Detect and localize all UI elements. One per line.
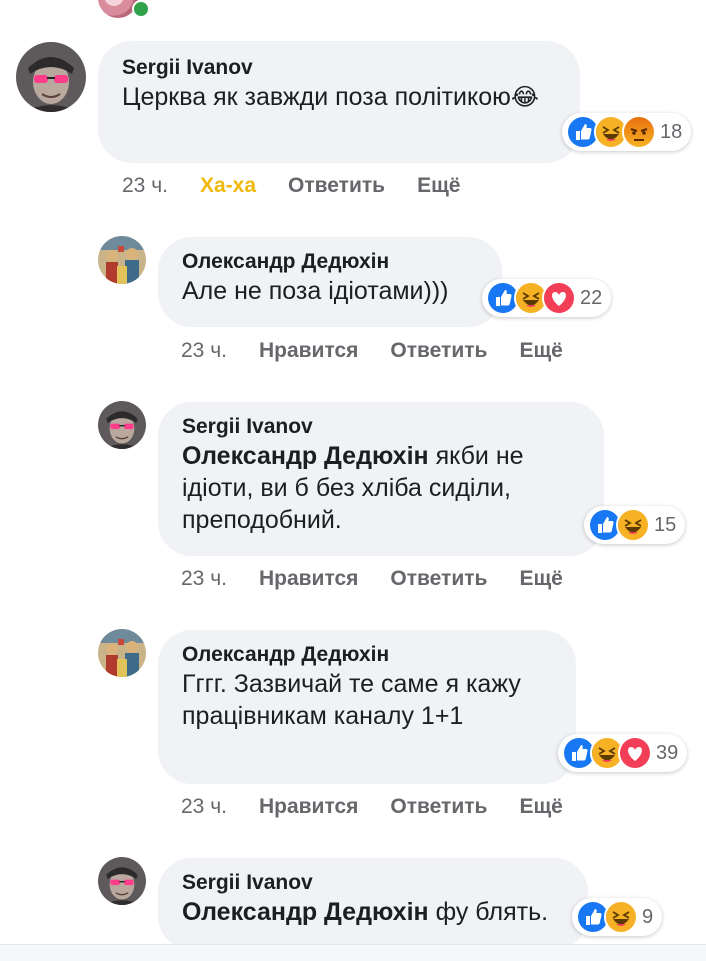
comment-author[interactable]: Олександр Дедюхін [182, 642, 552, 668]
avatar-oleksandr-dediukhin[interactable] [98, 629, 146, 677]
comment-bubble: Sergii Ivanov Олександр Дедюхін якби не … [158, 402, 604, 556]
angry-icon [622, 115, 656, 149]
avatar-oleksandr-image [98, 629, 146, 677]
comment-text: Але не поза ідіотами))) [182, 277, 449, 305]
more-button[interactable]: Ещё [519, 567, 562, 591]
avatar-sergii-image [98, 401, 146, 449]
comment-text: Олександр Дедюхін фу блять. [182, 898, 549, 926]
more-button[interactable]: Ещё [417, 174, 460, 198]
reactions-summary[interactable]: 22 [482, 279, 612, 317]
comment-author[interactable]: Sergii Ivanov [182, 414, 580, 440]
comment-actions: 23 ч. Ха-ха Ответить Ещё [122, 174, 492, 198]
reaction-count: 18 [660, 120, 683, 143]
more-button[interactable]: Ещё [519, 795, 562, 819]
avatar-sergii-ivanov[interactable] [98, 857, 146, 905]
comment-timestamp[interactable]: 23 ч. [181, 339, 227, 363]
online-status-dot [132, 0, 150, 18]
avatar-oleksandr-dediukhin[interactable] [98, 236, 146, 284]
comment-bubble: Sergii Ivanov Церква як завжди поза полі… [98, 41, 580, 163]
reply-button[interactable]: Ответить [390, 567, 487, 591]
reply-button[interactable]: Ответить [288, 174, 385, 198]
reaction-count: 39 [656, 741, 679, 764]
avatar-sergii-ivanov[interactable] [16, 42, 86, 112]
laughing-emoji: 😂 [510, 84, 539, 111]
haha-icon [604, 900, 638, 934]
love-icon [542, 281, 576, 315]
haha-icon [616, 508, 650, 542]
comment-text: Церква як завжди поза політикою😂 [122, 83, 539, 111]
avatar-sergii-image [16, 42, 86, 112]
like-button[interactable]: Нравится [259, 567, 358, 591]
love-icon [618, 736, 652, 770]
like-button[interactable]: Нравится [259, 795, 358, 819]
avatar-oleksandr-image [98, 236, 146, 284]
comment-bubble: Sergii Ivanov Олександр Дедюхін фу блять… [158, 858, 588, 950]
comment-text: Гггг. Зазвичай те саме я кажу працівника… [182, 670, 521, 730]
avatar-sergii-ivanov[interactable] [98, 401, 146, 449]
reply-button[interactable]: Ответить [390, 795, 487, 819]
comment-timestamp[interactable]: 23 ч. [122, 174, 168, 198]
comment-text: Олександр Дедюхін якби не ідіоти, ви б б… [182, 442, 524, 534]
reaction-count: 15 [654, 513, 677, 536]
reactions-summary[interactable]: 15 [584, 506, 686, 544]
composer-edge [0, 944, 706, 961]
comment-author[interactable]: Sergii Ivanov [182, 870, 564, 896]
mention-link[interactable]: Олександр Дедюхін [182, 898, 429, 926]
comment-actions: 23 ч. Нравится Ответить Ещё [181, 567, 595, 591]
reaction-count: 22 [580, 286, 603, 309]
mention-link[interactable]: Олександр Дедюхін [182, 442, 429, 470]
comment-timestamp[interactable]: 23 ч. [181, 795, 227, 819]
comment-author[interactable]: Олександр Дедюхін [182, 249, 478, 275]
like-button[interactable]: Нравится [259, 339, 358, 363]
comment-author[interactable]: Sergii Ivanov [122, 55, 556, 81]
reply-button[interactable]: Ответить [390, 339, 487, 363]
comment-actions: 23 ч. Нравится Ответить Ещё [181, 795, 595, 819]
reactions-summary[interactable]: 18 [562, 113, 692, 151]
reactions-summary[interactable]: 39 [558, 734, 688, 772]
avatar-sergii-image [98, 857, 146, 905]
reactions-summary[interactable]: 9 [572, 898, 663, 936]
comment-actions: 23 ч. Нравится Ответить Ещё [181, 339, 595, 363]
comment-bubble: Олександр Дедюхін Гггг. Зазвичай те саме… [158, 630, 576, 784]
comment-bubble: Олександр Дедюхін Але не поза ідіотами))… [158, 237, 502, 327]
reaction-count: 9 [642, 905, 654, 928]
more-button[interactable]: Ещё [519, 339, 562, 363]
haha-reaction-button[interactable]: Ха-ха [200, 174, 256, 198]
comment-timestamp[interactable]: 23 ч. [181, 567, 227, 591]
